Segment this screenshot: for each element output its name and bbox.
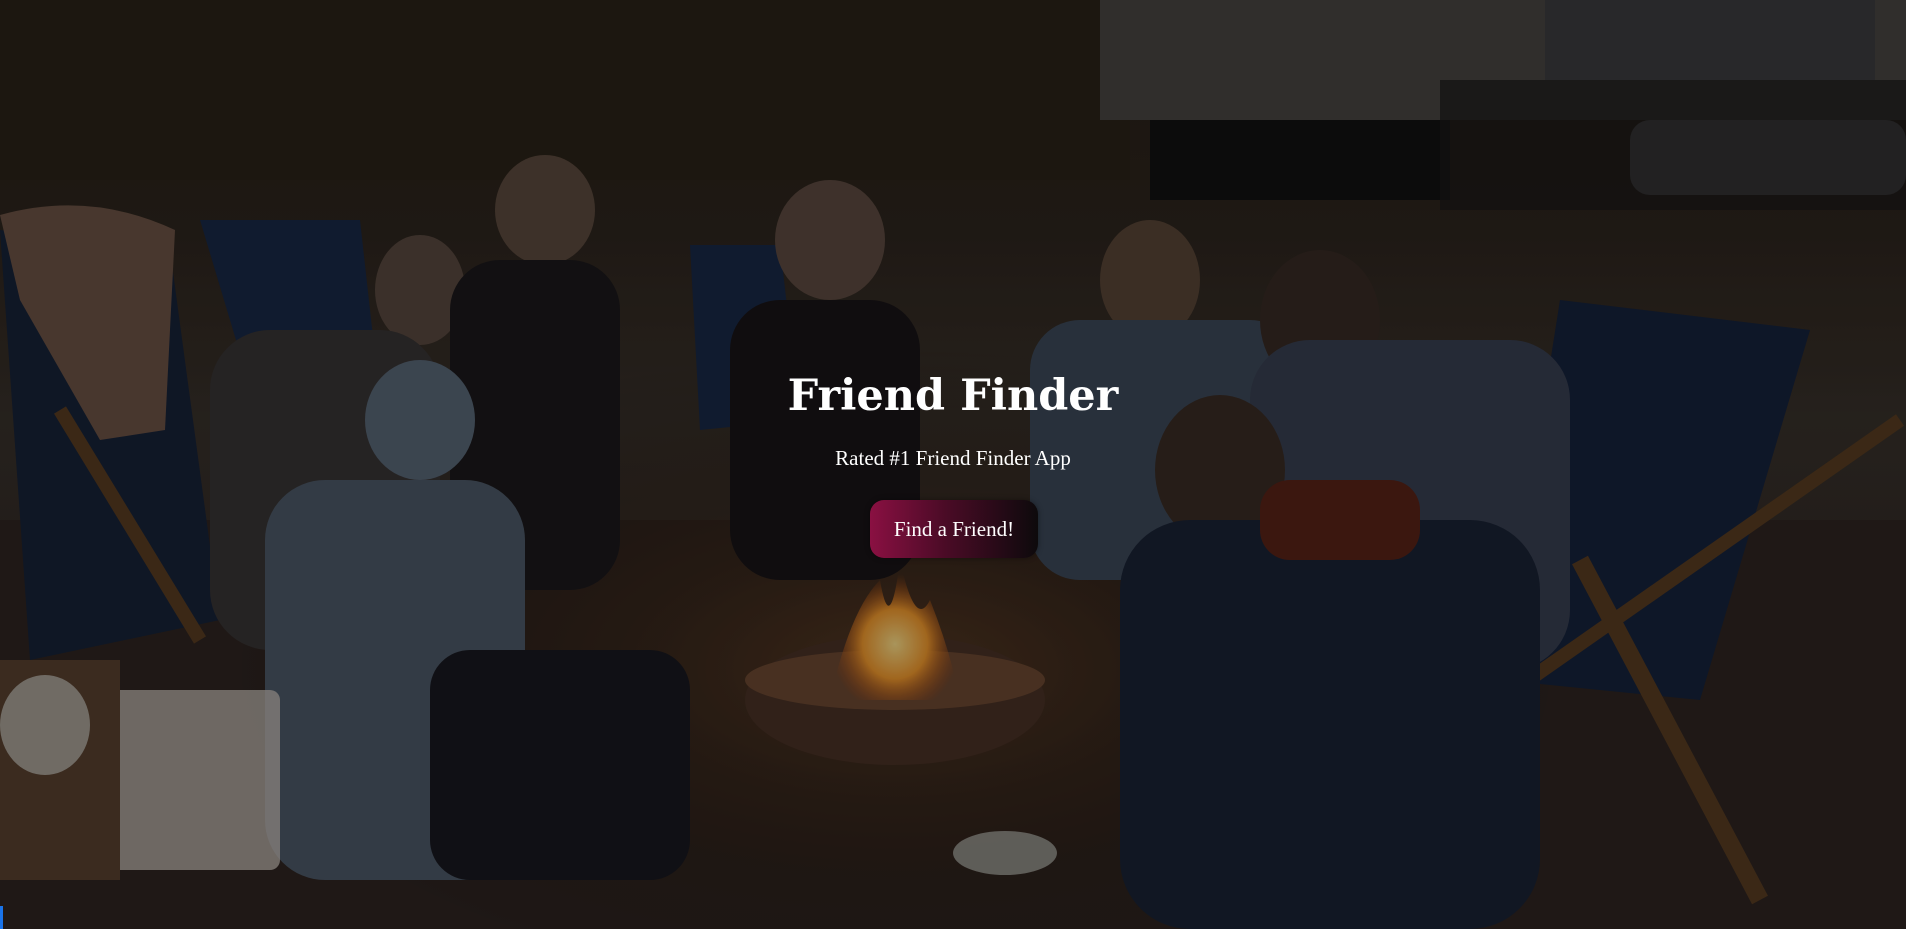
page-subtitle: Rated #1 Friend Finder App bbox=[835, 446, 1071, 470]
scrollbar-edge-indicator bbox=[0, 906, 3, 929]
hero-section: Friend Finder Rated #1 Friend Finder App… bbox=[0, 0, 1906, 929]
find-a-friend-button[interactable]: Find a Friend! bbox=[870, 500, 1038, 558]
hero-content: Friend Finder Rated #1 Friend Finder App… bbox=[0, 0, 1906, 929]
page-title: Friend Finder bbox=[787, 371, 1119, 421]
